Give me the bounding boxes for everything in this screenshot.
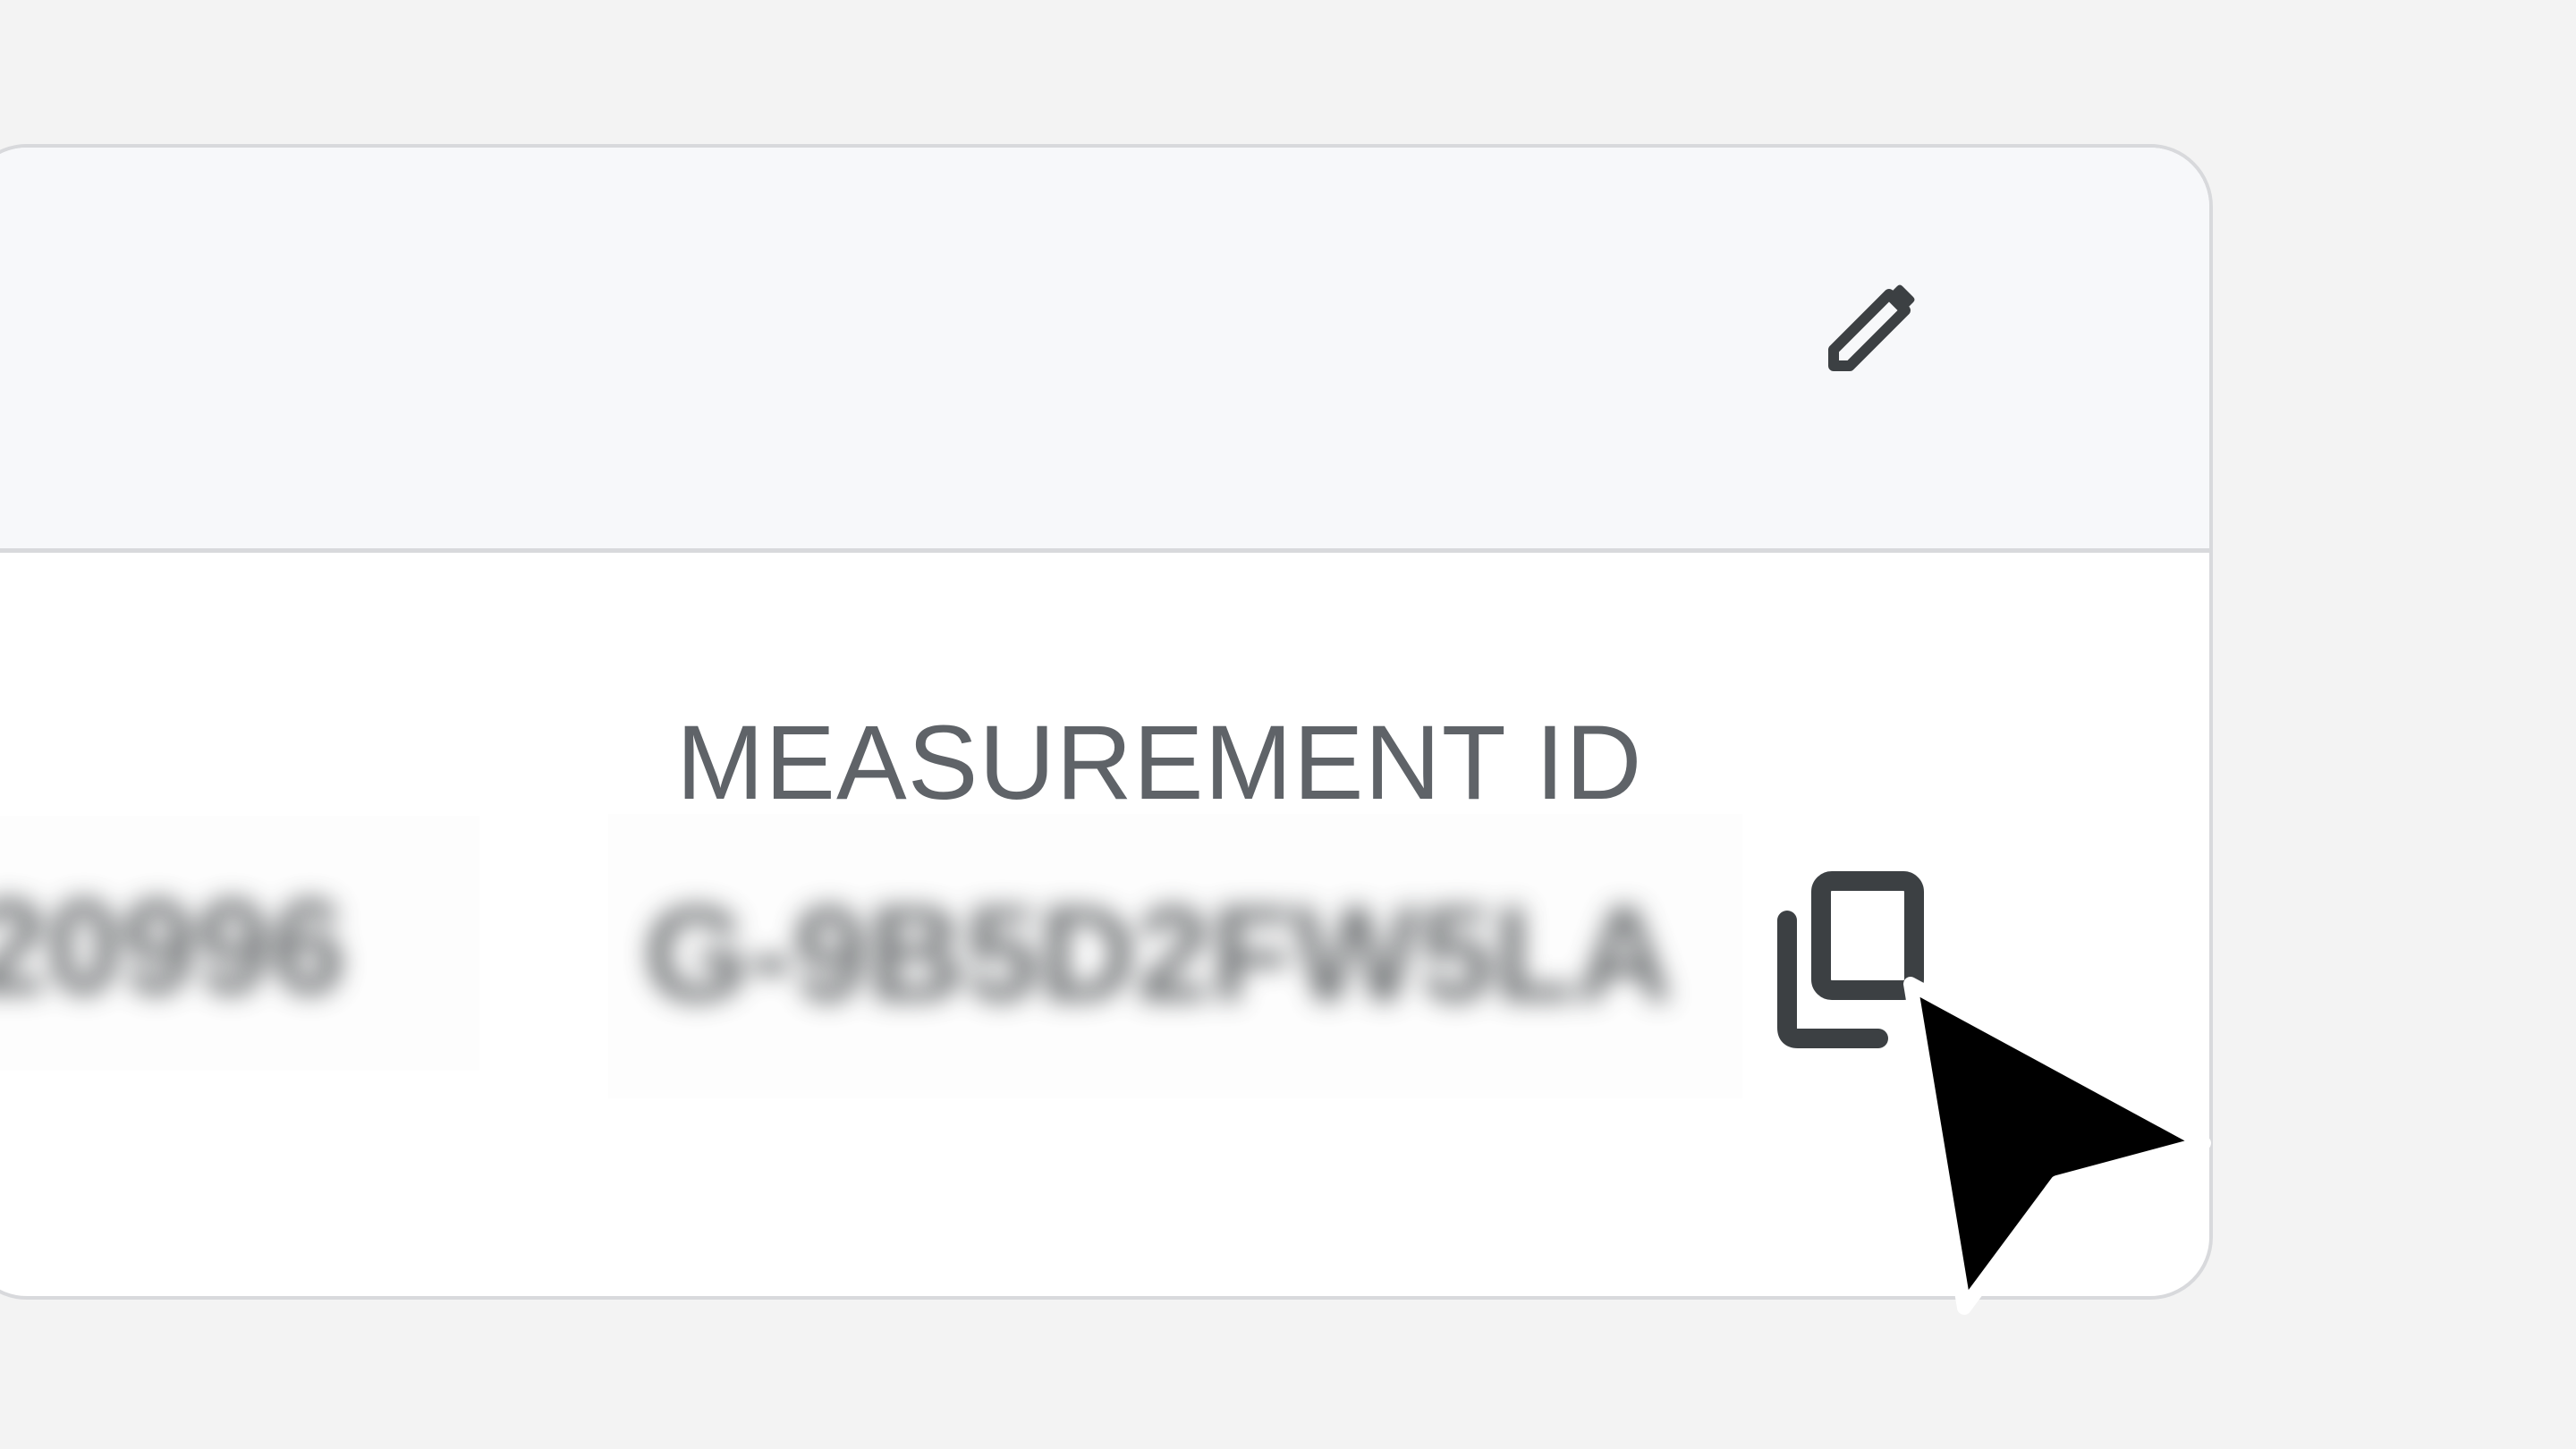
copy-icon	[1777, 871, 1924, 1048]
measurement-id-label: MEASUREMENT ID	[676, 704, 1643, 822]
measurement-id-value-redacted: G-9B5D2FW5LA	[644, 878, 1674, 1029]
edit-button[interactable]	[1819, 273, 1927, 380]
measurement-id-value-field[interactable]: G-9B5D2FW5LA	[608, 814, 1742, 1098]
property-id-value-field: 1320996	[0, 816, 479, 1071]
pencil-icon	[1828, 284, 1915, 371]
copy-measurement-id-button[interactable]	[1775, 870, 1927, 1049]
card-header	[0, 148, 2209, 553]
property-details-card: 1320996 MEASUREMENT ID G-9B5D2FW5LA	[0, 144, 2213, 1300]
property-id-value-redacted: 1320996	[0, 871, 345, 1021]
